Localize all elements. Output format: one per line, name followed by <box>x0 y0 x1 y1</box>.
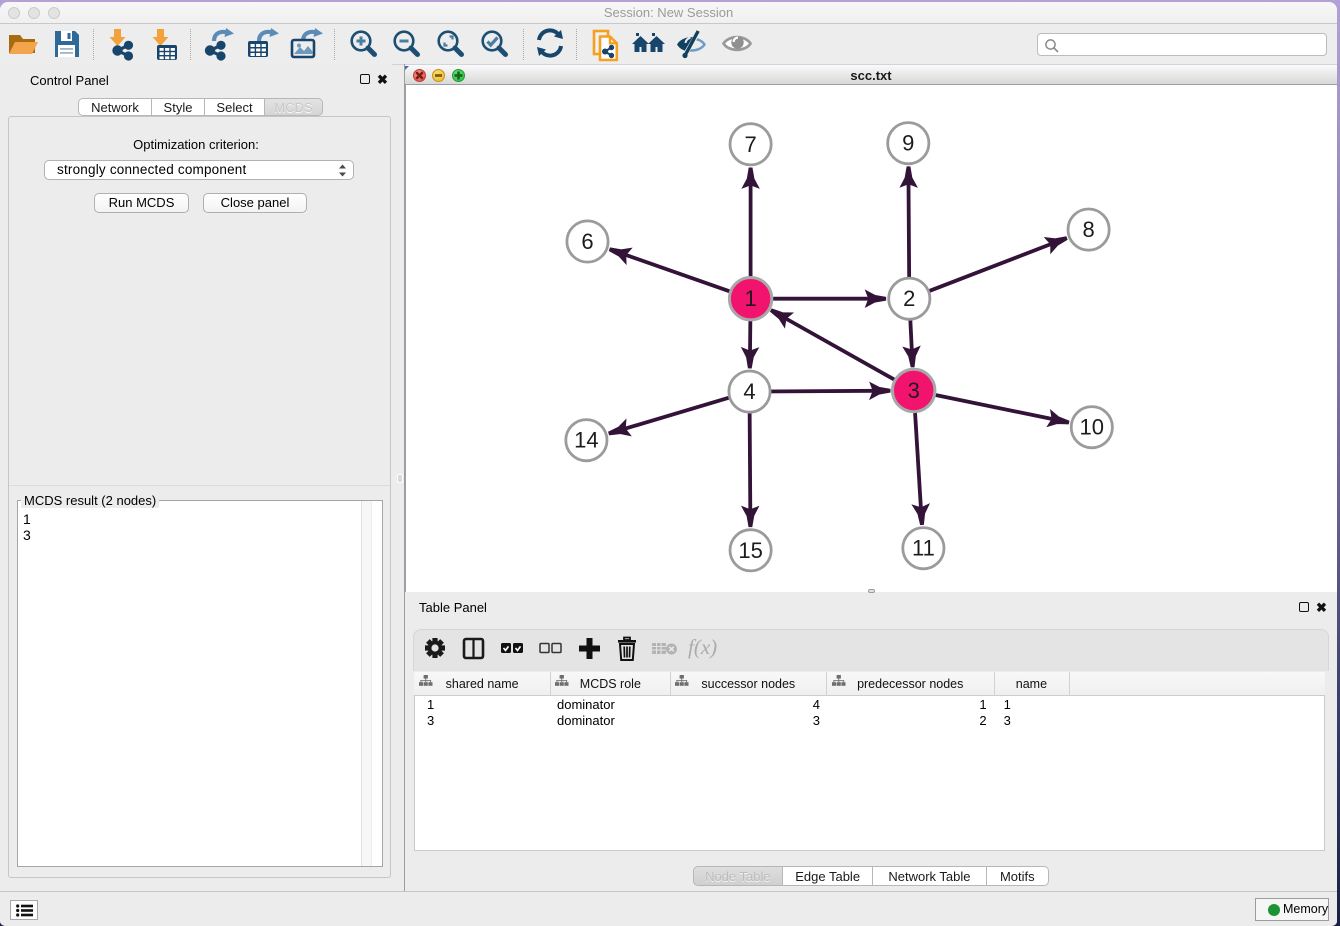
svg-text:8: 8 <box>1082 217 1094 242</box>
svg-text:6: 6 <box>581 229 593 254</box>
svg-text:3: 3 <box>908 378 920 403</box>
svg-text:15: 15 <box>738 538 762 563</box>
svg-text:7: 7 <box>744 132 756 157</box>
svg-text:10: 10 <box>1080 415 1104 440</box>
svg-text:9: 9 <box>902 131 914 156</box>
svg-text:1: 1 <box>744 286 756 311</box>
svg-text:4: 4 <box>743 379 755 404</box>
svg-text:11: 11 <box>912 536 935 561</box>
svg-text:14: 14 <box>574 428 598 453</box>
svg-text:2: 2 <box>903 286 915 311</box>
